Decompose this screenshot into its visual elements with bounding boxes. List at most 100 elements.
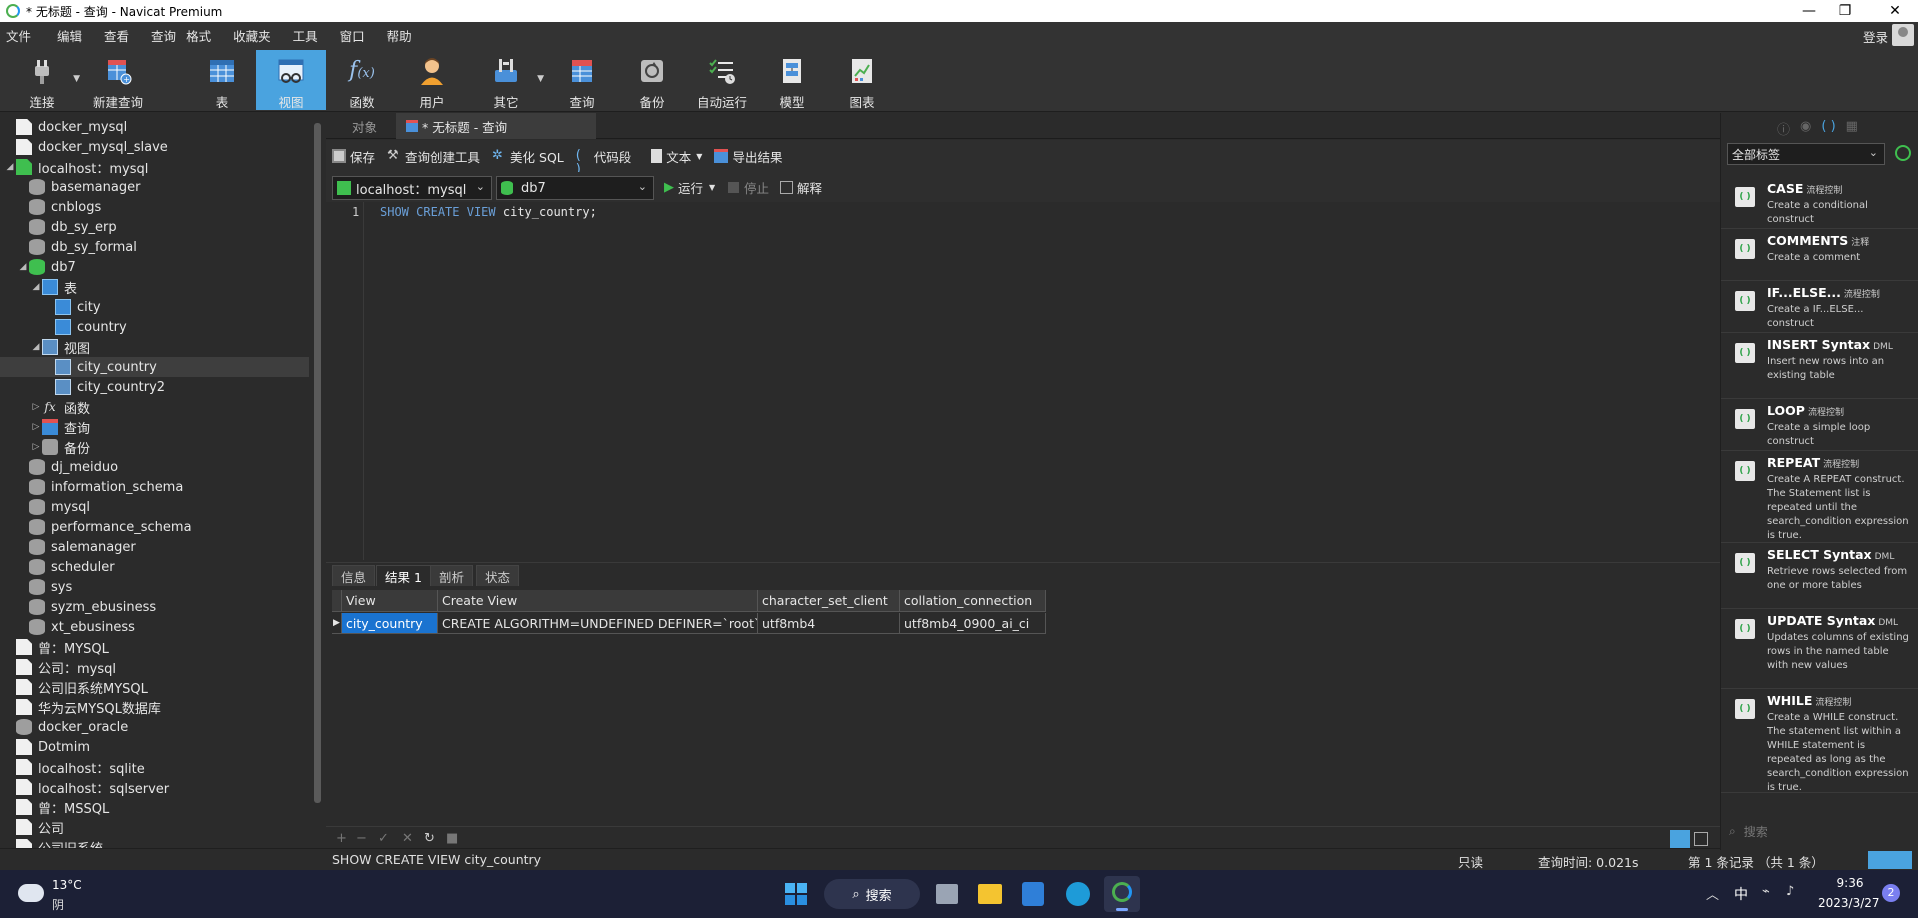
tree-item[interactable]: syzm_ebusiness [0, 597, 309, 617]
search-input[interactable]: 搜索 [1744, 823, 1768, 840]
tab-profile[interactable]: 剖析 [430, 565, 474, 587]
tree-item[interactable]: 华为云MYSQL数据库 [0, 697, 309, 717]
eye-icon[interactable]: ◉ [1800, 119, 1811, 138]
snippet-item[interactable]: ( ) IF...ELSE... 流程控制 Create a IF...ELSE...… [1721, 281, 1918, 333]
tree-item[interactable]: scheduler [0, 557, 309, 577]
volume-icon[interactable]: ♪ [1786, 884, 1794, 899]
add-record-icon[interactable]: + [336, 831, 347, 846]
discard-icon[interactable]: ✕ [402, 831, 413, 846]
toolbar-query-button[interactable]: 查询 [556, 50, 608, 110]
table-cell[interactable]: utf8mb4 [758, 613, 900, 634]
tree-item[interactable]: sys [0, 577, 309, 597]
tree-toggle-icon[interactable]: ◢ [30, 342, 42, 352]
tree-item[interactable]: db_sy_formal [0, 237, 309, 257]
braces-icon[interactable]: ( ) [1821, 119, 1835, 138]
table-cell[interactable]: utf8mb4_0900_ai_ci [900, 613, 1046, 634]
tree-item[interactable]: ◢ db7 [0, 257, 309, 277]
tab-result-1[interactable]: 结果 1 [376, 565, 431, 587]
tree-item[interactable]: country [0, 317, 309, 337]
toolbar-table-button[interactable]: 表 [196, 50, 248, 110]
toolbar-new-query-button[interactable]: + 新建查询 [86, 50, 150, 110]
tree-item[interactable]: 公司 [0, 817, 309, 837]
tree-item[interactable]: ◢ 表 [0, 277, 309, 297]
sql-line-1[interactable]: SHOW CREATE VIEW city_country; [380, 205, 597, 219]
panel-toggle-icon[interactable] [1868, 851, 1912, 869]
navicat-taskbar-button[interactable] [1104, 876, 1140, 912]
tree-item[interactable]: Dotmim [0, 737, 309, 757]
task-view-icon[interactable] [936, 884, 958, 904]
code-snippet-button[interactable]: ( ) 代码段 [576, 147, 632, 177]
toolbar-backup-button[interactable]: 备份 [626, 50, 678, 110]
table-cell[interactable]: CREATE ALGORITHM=UNDEFINED DEFINER=`root… [438, 613, 758, 634]
tree-item[interactable]: localhost：sqlite [0, 757, 309, 777]
sql-editor[interactable]: 1 SHOW CREATE VIEW city_country; [326, 202, 1720, 560]
column-header[interactable]: collation_connection [900, 590, 1046, 612]
tree-item[interactable]: docker_mysql [0, 117, 309, 137]
query-builder-button[interactable]: ⚒ 查询创建工具 [387, 147, 480, 166]
stop-icon[interactable]: ■ [446, 831, 458, 846]
notification-badge[interactable]: 2 [1882, 884, 1900, 902]
tree-item[interactable]: mysql [0, 497, 309, 517]
beautify-sql-button[interactable]: ✲ 美化 SQL [492, 147, 564, 166]
maximize-button[interactable]: ❐ [1822, 0, 1868, 22]
menu-format[interactable]: 格式 [186, 26, 221, 45]
tree-scrollbar[interactable] [310, 113, 325, 850]
toolbar-view-button[interactable]: 视图 [256, 50, 326, 110]
login-link[interactable]: 登录 [1863, 27, 1888, 46]
tree-toggle-icon[interactable]: ▷ [30, 442, 42, 452]
tree-toggle-icon[interactable]: ◢ [4, 162, 16, 172]
chevron-down-icon[interactable]: ▼ [73, 74, 80, 84]
tray-chevron-up-icon[interactable]: ︿ [1706, 884, 1719, 903]
delete-record-icon[interactable]: − [356, 831, 367, 846]
column-header[interactable]: Create View [438, 590, 758, 612]
menu-edit[interactable]: 编辑 [41, 26, 92, 45]
store-icon[interactable] [1022, 882, 1044, 906]
run-button[interactable]: ▶ 运行 ▼ [664, 178, 715, 197]
stop-button[interactable]: 停止 [728, 178, 769, 197]
edge-icon[interactable] [1066, 882, 1090, 906]
snippet-item[interactable]: ( ) LOOP 流程控制 Create a simple loop construc… [1721, 399, 1918, 451]
database-select[interactable]: db7 ⌄ [496, 176, 654, 200]
avatar[interactable] [1892, 24, 1914, 46]
refresh-icon[interactable] [1895, 145, 1911, 161]
windows-start-icon[interactable] [784, 882, 808, 906]
tree-item[interactable]: db_sy_erp [0, 217, 309, 237]
file-explorer-icon[interactable] [978, 884, 1002, 904]
info-icon[interactable]: ⓘ [1777, 119, 1790, 138]
tree-item[interactable]: docker_oracle [0, 717, 309, 737]
snippet-item[interactable]: ( ) WHILE 流程控制 Create a WHILE construct. Th… [1721, 689, 1918, 793]
tab-objects[interactable]: 对象 [342, 113, 387, 139]
toolbar-autorun-button[interactable]: 自动运行 [694, 50, 750, 110]
tree-item[interactable]: docker_mysql_slave [0, 137, 309, 157]
snippet-search[interactable]: ⌕ 搜索 [1729, 823, 1768, 840]
tab-untitled-query[interactable]: * 无标题 - 查询 [396, 113, 596, 139]
tree-item[interactable]: 曾：MSSQL [0, 797, 309, 817]
refresh-icon[interactable]: ↻ [424, 831, 435, 846]
tree-toggle-icon[interactable]: ◢ [30, 282, 42, 292]
apply-icon[interactable]: ✓ [378, 831, 389, 846]
tree-item[interactable]: city_country2 [0, 377, 309, 397]
menu-view[interactable]: 查看 [92, 26, 139, 45]
tree-item[interactable]: dj_meiduo [0, 457, 309, 477]
toolbar-connect-button[interactable]: 连接 ▼ [16, 50, 80, 110]
export-result-button[interactable]: 导出结果 [714, 147, 782, 166]
tree-item[interactable]: ▷ 备份 [0, 437, 309, 457]
explain-button[interactable]: 解释 [780, 178, 822, 197]
tree-item[interactable]: localhost：sqlserver [0, 777, 309, 797]
menu-tools[interactable]: 工具 [281, 26, 328, 45]
tree-item[interactable]: ▷ 查询 [0, 417, 309, 437]
table-cell[interactable]: city_country [342, 613, 438, 634]
toolbar-user-button[interactable]: 用户 [406, 50, 458, 110]
tree-item[interactable]: 公司旧系统MYSQL [0, 677, 309, 697]
clock-time[interactable]: 9:36 [1822, 876, 1878, 890]
toolbar-other-button[interactable]: 其它 ▼ [480, 50, 544, 110]
menu-file[interactable]: 文件 [0, 26, 41, 45]
toolbar-chart-button[interactable]: 图表 [836, 50, 888, 110]
tag-filter-select[interactable]: 全部标签 ⌄ [1727, 143, 1885, 165]
ime-indicator[interactable]: 中 [1734, 884, 1748, 904]
tree-item[interactable]: basemanager [0, 177, 309, 197]
menu-window[interactable]: 窗口 [328, 26, 375, 45]
clock-date[interactable]: 2023/3/27 [1818, 896, 1880, 910]
tree-item[interactable]: cnblogs [0, 197, 309, 217]
tab-info[interactable]: 信息 [332, 565, 376, 587]
